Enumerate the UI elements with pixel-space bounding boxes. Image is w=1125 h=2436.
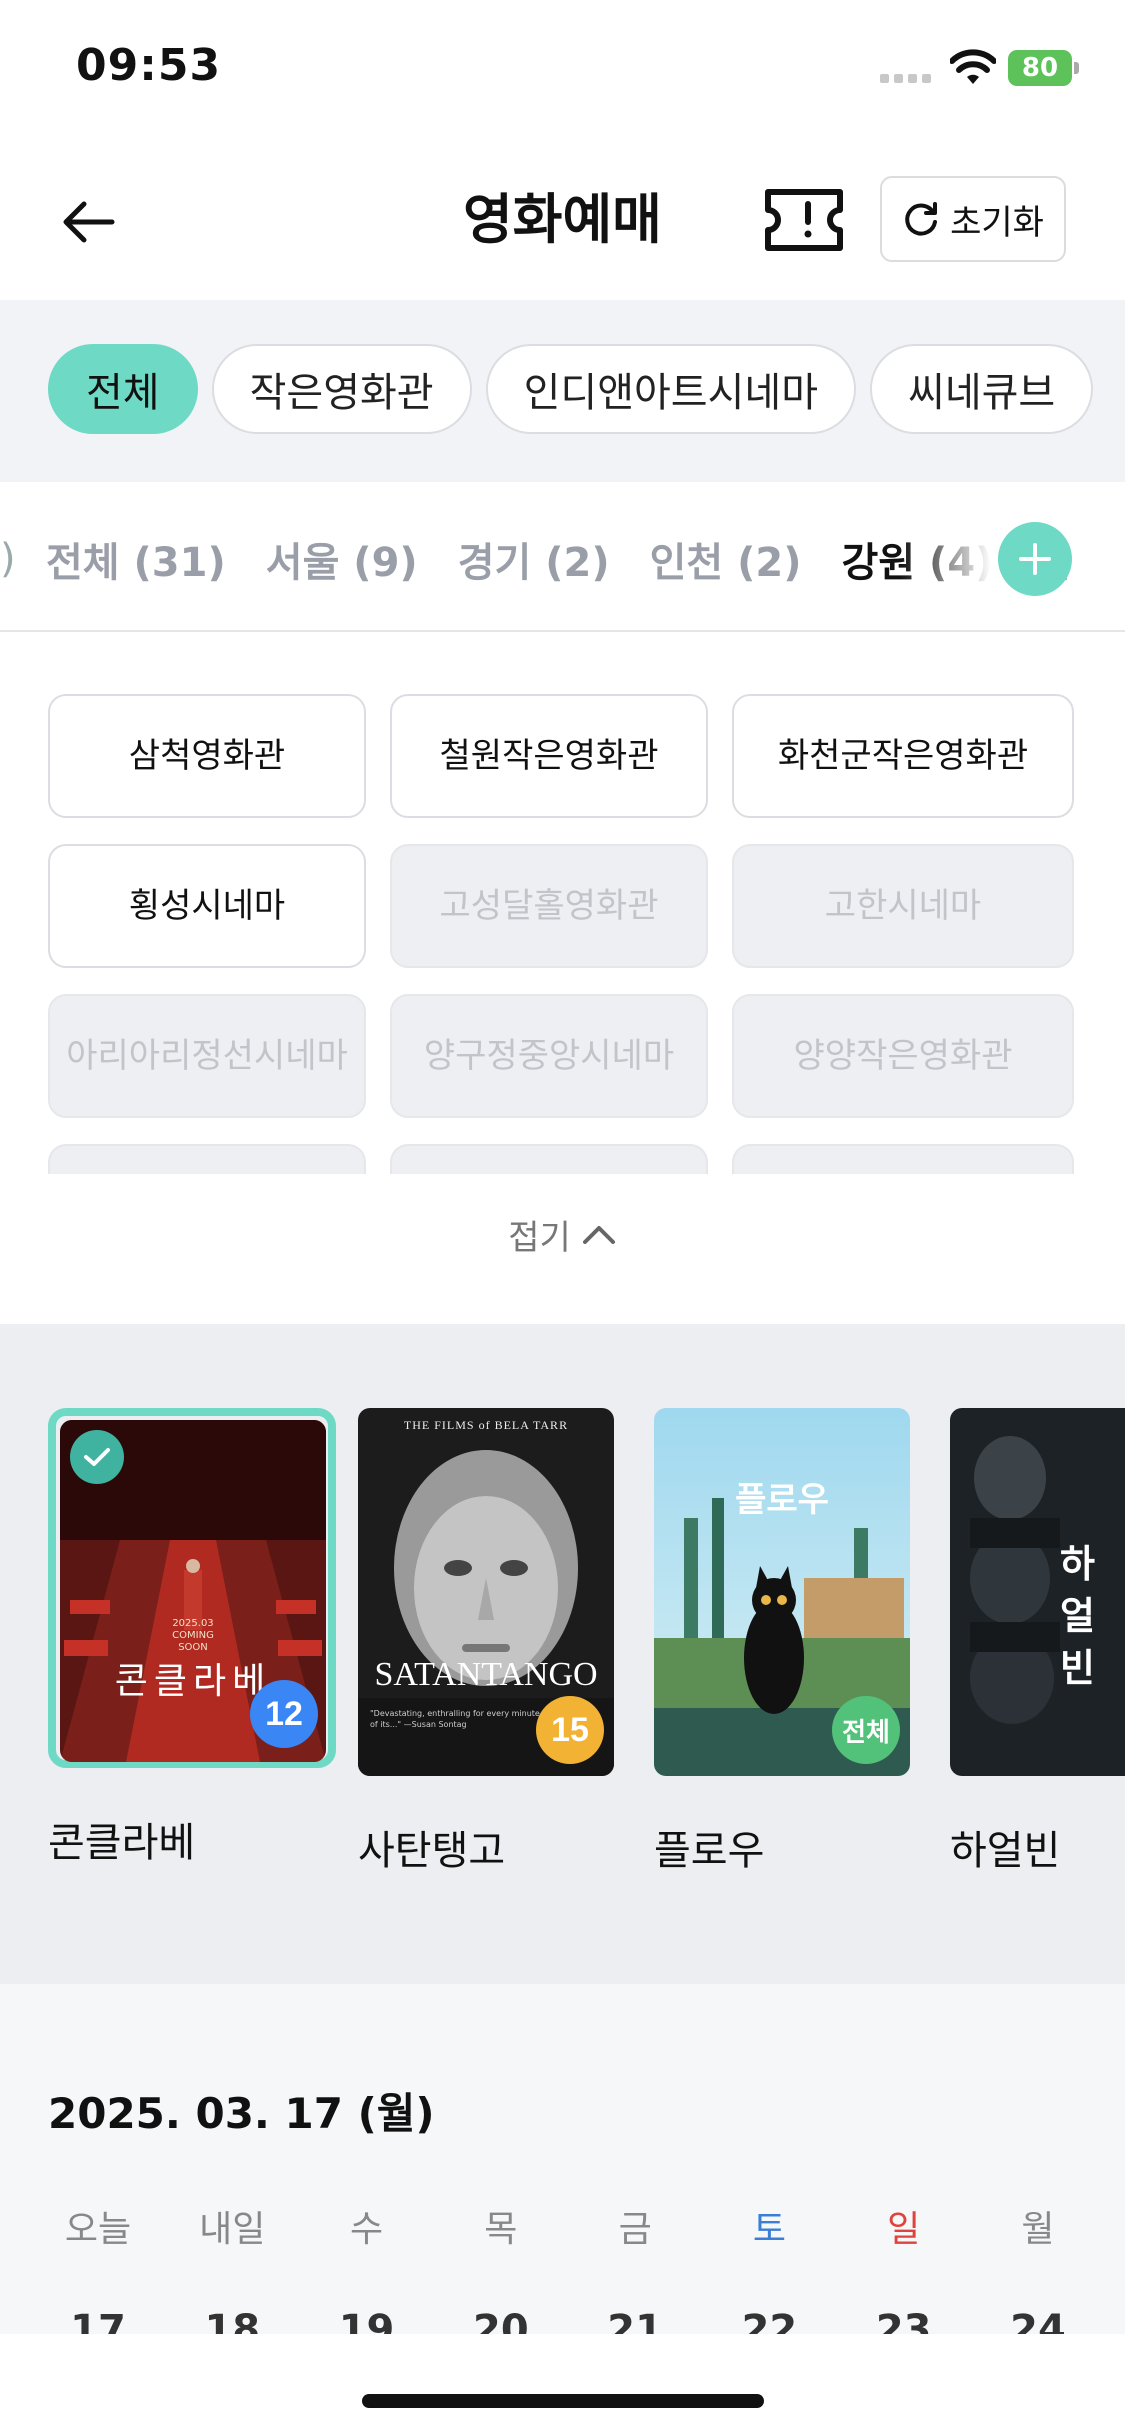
fold-toggle[interactable]: 접기	[0, 1184, 1125, 1284]
wifi-icon	[950, 49, 996, 84]
check-icon	[70, 1430, 124, 1484]
weekday-label: 오늘	[64, 2209, 132, 2250]
poster-frame: 콘클라베 2025.03 COMING SOON 12	[48, 1408, 336, 1768]
theater-button-disabled: 고한시네마	[732, 844, 1074, 968]
date-button[interactable]: 21	[585, 2298, 685, 2338]
region-tab-all[interactable]: 전체 (31)	[46, 530, 226, 588]
region-tab-bar: ) 전체 (31) 서울 (9) 경기 (2) 인천 (2) 강원 (4) 대	[0, 482, 1125, 632]
poster-release: 2025.03 COMING SOON	[172, 1618, 214, 1653]
movie-title: 사탄탱고	[358, 1828, 506, 1874]
status-time: 09:53	[76, 40, 222, 91]
brand-chip-all[interactable]: 전체	[48, 344, 198, 434]
scroll-edge-marker: )	[0, 536, 16, 582]
date-button[interactable]: 23	[854, 2298, 954, 2338]
plus-icon	[1019, 543, 1051, 575]
brand-filter-bar: 전체 작은영화관 인디앤아트시네마 씨네큐브	[0, 300, 1125, 482]
refresh-icon	[905, 202, 938, 236]
theater-button-disabled: 고성달홀영화관	[390, 844, 708, 968]
ticket-icon[interactable]	[762, 186, 846, 254]
region-tab-seoul[interactable]: 서울 (9)	[266, 530, 418, 588]
poster-frame: 하얼빈	[950, 1408, 1125, 1776]
age-rating-badge: 전체	[832, 1696, 900, 1764]
brand-chip-indie-art[interactable]: 인디앤아트시네마	[485, 344, 857, 434]
theater-button[interactable]: 화천군작은영화관	[732, 694, 1074, 818]
age-rating-badge: 12	[250, 1680, 318, 1748]
brand-chip-cinecube[interactable]: 씨네큐브	[870, 344, 1094, 434]
poster-quote: "Devastating, enthralling for every minu…	[370, 1709, 540, 1729]
weekday-label: 수	[350, 2209, 384, 2250]
theater-button-cut-off	[732, 1144, 1074, 1174]
poster-title: 플로우	[735, 1480, 829, 1520]
weekday-row: 오늘 내일 수 목 금 토 일 월	[48, 2200, 1088, 2252]
date-button[interactable]: 18	[182, 2298, 282, 2338]
add-region-button[interactable]	[998, 522, 1072, 596]
date-button[interactable]: 22	[719, 2298, 819, 2338]
brand-chip-small-cinema[interactable]: 작은영화관	[211, 344, 472, 434]
theater-button-cut-off	[390, 1144, 708, 1174]
region-tab-gyeonggi[interactable]: 경기 (2)	[458, 530, 610, 588]
theater-button[interactable]: 철원작은영화관	[390, 694, 708, 818]
date-button[interactable]: 24	[988, 2298, 1088, 2338]
chevron-up-icon	[582, 1226, 615, 1244]
movie-card[interactable]: 하얼빈 하얼빈	[950, 1408, 1125, 1876]
weekday-label-sunday: 일	[887, 2209, 921, 2250]
movie-card[interactable]: 플로우 전체 플로우	[654, 1408, 910, 1876]
date-number-row: 17 18 19 20 21 22 23 24	[48, 2298, 1088, 2338]
poster-frame: THE FILMS of BELA TARR SATANTANGO "Devas…	[358, 1408, 614, 1776]
poster-logo: SATANTANGO	[374, 1656, 598, 1693]
reset-button[interactable]: 초기화	[880, 176, 1066, 262]
theater-button-disabled: 양양작은영화관	[732, 994, 1074, 1118]
weekday-label: 내일	[199, 2209, 266, 2250]
movie-carousel: 콘클라베 2025.03 COMING SOON 12 콘클라베 THE FIL…	[0, 1324, 1125, 1984]
weekday-label: 월	[1021, 2209, 1055, 2250]
theater-list: 삼척영화관 철원작은영화관 화천군작은영화관 횡성시네마 고성달홀영화관 고한시…	[0, 634, 1125, 1174]
poster-title: 하얼빈	[1060, 1542, 1095, 1690]
age-rating-badge: 15	[536, 1696, 604, 1764]
battery-level: 80	[1021, 53, 1059, 83]
home-indicator	[362, 2394, 764, 2408]
movie-title: 플로우	[654, 1828, 765, 1874]
date-button[interactable]: 19	[317, 2298, 417, 2338]
theater-button-cut-off	[48, 1144, 366, 1174]
bottom-safe-area	[0, 2334, 1125, 2436]
battery-icon: 80	[1008, 50, 1072, 86]
reset-label: 초기화	[950, 202, 1044, 243]
cellular-signal-icon	[880, 74, 934, 84]
theater-button[interactable]: 횡성시네마	[48, 844, 366, 968]
weekday-label: 금	[618, 2209, 652, 2250]
status-bar: 09:53 80	[0, 0, 1125, 140]
theater-button-disabled: 아리아리정선시네마	[48, 994, 366, 1118]
selected-date: 2025. 03. 17 (월)	[48, 2089, 435, 2138]
movie-card[interactable]: 콘클라베 2025.03 COMING SOON 12 콘클라베	[48, 1408, 336, 1876]
poster-frame: 플로우 전체	[654, 1408, 910, 1776]
header: 영화예매 초기화	[0, 150, 1125, 300]
weekday-label-saturday: 토	[752, 2209, 786, 2250]
movie-card[interactable]: THE FILMS of BELA TARR SATANTANGO "Devas…	[358, 1408, 614, 1876]
theater-button[interactable]: 삼척영화관	[48, 694, 366, 818]
battery-tip	[1074, 62, 1079, 74]
poster-heading: THE FILMS of BELA TARR	[403, 1418, 569, 1432]
movie-poster: 하얼빈	[950, 1408, 1125, 1776]
weekday-label: 목	[484, 2209, 518, 2250]
movie-title: 하얼빈	[950, 1828, 1061, 1874]
region-tab-incheon[interactable]: 인천 (2)	[650, 530, 802, 588]
fold-label: 접기	[508, 1217, 571, 1258]
date-button[interactable]: 20	[451, 2298, 551, 2338]
movie-title: 콘클라베	[48, 1820, 196, 1866]
date-button[interactable]: 17	[48, 2298, 148, 2338]
theater-button-disabled: 양구정중앙시네마	[390, 994, 708, 1118]
